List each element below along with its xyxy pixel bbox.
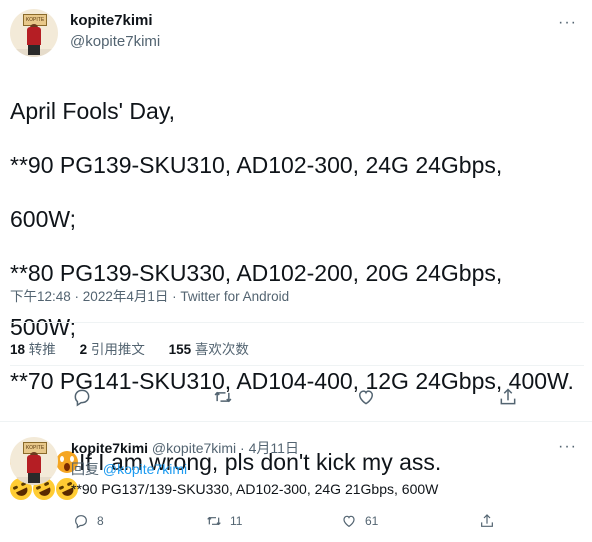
author-handle[interactable]: @kopite7kimi [70, 33, 160, 50]
like-icon[interactable] [355, 386, 377, 408]
share-icon [481, 514, 493, 527]
divider [0, 421, 592, 422]
reply-date[interactable]: 4月11日 [249, 440, 299, 456]
reply-header: kopite7kimi @kopite7kimi · 4月11日 [71, 440, 299, 456]
tweet-stats: 18 转推 2 引用推文 155 喜欢次数 [10, 338, 269, 358]
share-icon[interactable] [497, 386, 519, 408]
reply-reply-button[interactable]: 8 [73, 513, 104, 529]
like-count[interactable]: 155 [169, 342, 192, 357]
reply-avatar[interactable]: KOPITE [10, 437, 58, 485]
avatar[interactable]: KOPITE [10, 9, 58, 57]
tweet-source[interactable]: Twitter for Android [180, 289, 289, 304]
divider [10, 322, 584, 323]
reply-icon [75, 515, 87, 529]
author-name[interactable]: kopite7kimi [70, 12, 153, 29]
replying-to: 回复 @kopite7kimi [71, 461, 188, 477]
more-icon[interactable]: ··· [558, 438, 577, 456]
quote-count[interactable]: 2 [80, 342, 88, 357]
like-count: 61 [365, 514, 379, 528]
quote-label[interactable]: 引用推文 [91, 342, 145, 357]
more-icon[interactable]: ··· [558, 14, 577, 32]
retweet-count[interactable]: 18 [10, 342, 25, 357]
tweet-meta: 下午12:48 · 2022年4月1日 · Twitter for Androi… [10, 289, 290, 304]
retweet-count: 11 [230, 514, 243, 528]
retweet-icon[interactable] [212, 386, 234, 408]
tweet-line: 500W; [10, 314, 77, 340]
like-icon [343, 515, 355, 528]
retweet-label[interactable]: 转推 [29, 342, 56, 357]
tweet-line: **80 PG139-SKU330, AD102-200, 20G 24Gbps… [10, 260, 503, 286]
like-label[interactable]: 喜欢次数 [195, 342, 249, 357]
tweet-line: **90 PG139-SKU310, AD102-300, 24G 24Gbps… [10, 152, 503, 178]
divider [10, 365, 584, 366]
reply-author-name[interactable]: kopite7kimi [71, 440, 148, 456]
retweet-icon [207, 516, 221, 526]
reply-author-handle[interactable]: @kopite7kimi [152, 440, 236, 456]
tweet-time[interactable]: 下午12:48 [10, 289, 71, 304]
reply-text: **90 PG137/139-SKU330, AD102-300, 24G 21… [71, 481, 439, 497]
tweet-line: 600W; [10, 206, 77, 232]
tweet-line: April Fools' Day, [10, 98, 176, 124]
mention-link[interactable]: @kopite7kimi [103, 461, 187, 477]
reply-icon[interactable] [71, 386, 93, 408]
tweet-date[interactable]: 2022年4月1日 [83, 289, 169, 304]
reply-like-button[interactable]: 61 [341, 513, 378, 529]
reply-share-button[interactable] [479, 513, 503, 529]
reply-count: 8 [97, 514, 104, 528]
reply-retweet-button[interactable]: 11 [206, 513, 242, 529]
